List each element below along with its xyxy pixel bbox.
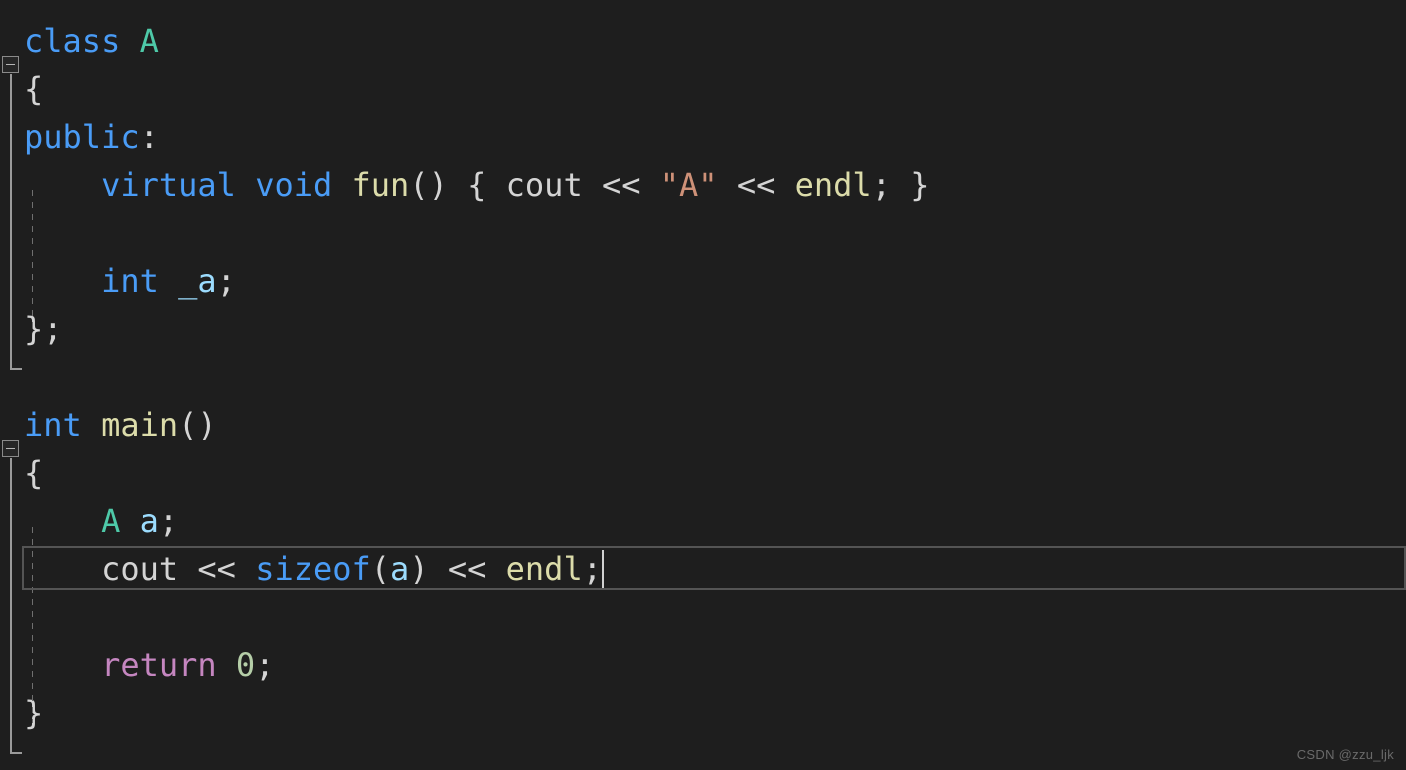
code-line-9[interactable]: int main(): [0, 401, 1406, 449]
fold-marker-class-a[interactable]: [2, 56, 19, 73]
fold-marker-main[interactable]: [2, 440, 19, 457]
code-line-3[interactable]: public:: [0, 113, 1406, 161]
code-line-text: {: [24, 65, 43, 113]
token: {: [24, 454, 44, 492]
token: A: [139, 22, 159, 60]
token: cout: [505, 166, 583, 204]
token: {: [24, 70, 44, 108]
code-line-7[interactable]: };: [0, 305, 1406, 353]
fold-region-end: [10, 368, 22, 370]
token: int: [101, 262, 159, 300]
csdn-watermark: CSDN @zzu_ljk: [1296, 747, 1394, 762]
token: ;: [158, 502, 179, 540]
token: class: [24, 22, 121, 60]
code-line-text: return 0;: [24, 641, 274, 689]
token: a: [139, 502, 159, 540]
code-line-14[interactable]: return 0;: [0, 641, 1406, 689]
token: return: [101, 646, 217, 684]
token: :: [139, 118, 159, 156]
token: () {: [409, 166, 506, 204]
token: virtual: [101, 166, 236, 204]
code-line-text: };: [24, 305, 63, 353]
token: A: [101, 502, 121, 540]
code-line-10[interactable]: {: [0, 449, 1406, 497]
token: int: [24, 406, 82, 444]
code-line-text: class A: [24, 17, 159, 65]
code-line-15[interactable]: }: [0, 689, 1406, 737]
token: _a: [178, 262, 217, 300]
code-line-4[interactable]: virtual void fun() { cout << "A" << endl…: [0, 161, 1406, 209]
code-line-5[interactable]: [0, 209, 1406, 257]
fold-region-line: [10, 74, 12, 370]
token: ; }: [871, 166, 930, 204]
token: "A": [659, 166, 718, 204]
token: }: [24, 694, 44, 732]
token: public: [24, 118, 140, 156]
code-line-text: virtual void fun() { cout << "A" << endl…: [24, 161, 929, 209]
token: 0: [235, 646, 256, 684]
code-line-text: int _a;: [24, 257, 236, 305]
code-line-2[interactable]: {: [0, 65, 1406, 113]
token: ;: [216, 262, 236, 300]
fold-region-end: [10, 752, 22, 754]
code-line-8[interactable]: [0, 353, 1406, 401]
token: <<: [601, 166, 641, 204]
code-line-13[interactable]: [0, 593, 1406, 641]
token: ;: [255, 646, 275, 684]
token: fun: [351, 166, 410, 204]
fold-region-line: [10, 458, 12, 754]
token: endl: [794, 166, 872, 204]
token: (): [178, 406, 217, 444]
current-line-highlight: [22, 546, 1406, 590]
code-editor[interactable]: class A{public: virtual void fun() { cou…: [0, 0, 1406, 770]
code-line-text: public:: [24, 113, 159, 161]
token: main: [101, 406, 179, 444]
code-line-1[interactable]: class A: [0, 17, 1406, 65]
indent-guide: [32, 190, 33, 332]
code-line-text: A a;: [24, 497, 178, 545]
code-line-text: int main(): [24, 401, 217, 449]
code-line-text: {: [24, 449, 43, 497]
code-line-text: }: [24, 689, 43, 737]
token: <<: [736, 166, 776, 204]
token: };: [24, 310, 63, 348]
code-line-6[interactable]: int _a;: [0, 257, 1406, 305]
token: void: [255, 166, 333, 204]
code-surface[interactable]: class A{public: virtual void fun() { cou…: [0, 0, 1406, 770]
code-line-11[interactable]: A a;: [0, 497, 1406, 545]
text-caret: [601, 550, 604, 588]
